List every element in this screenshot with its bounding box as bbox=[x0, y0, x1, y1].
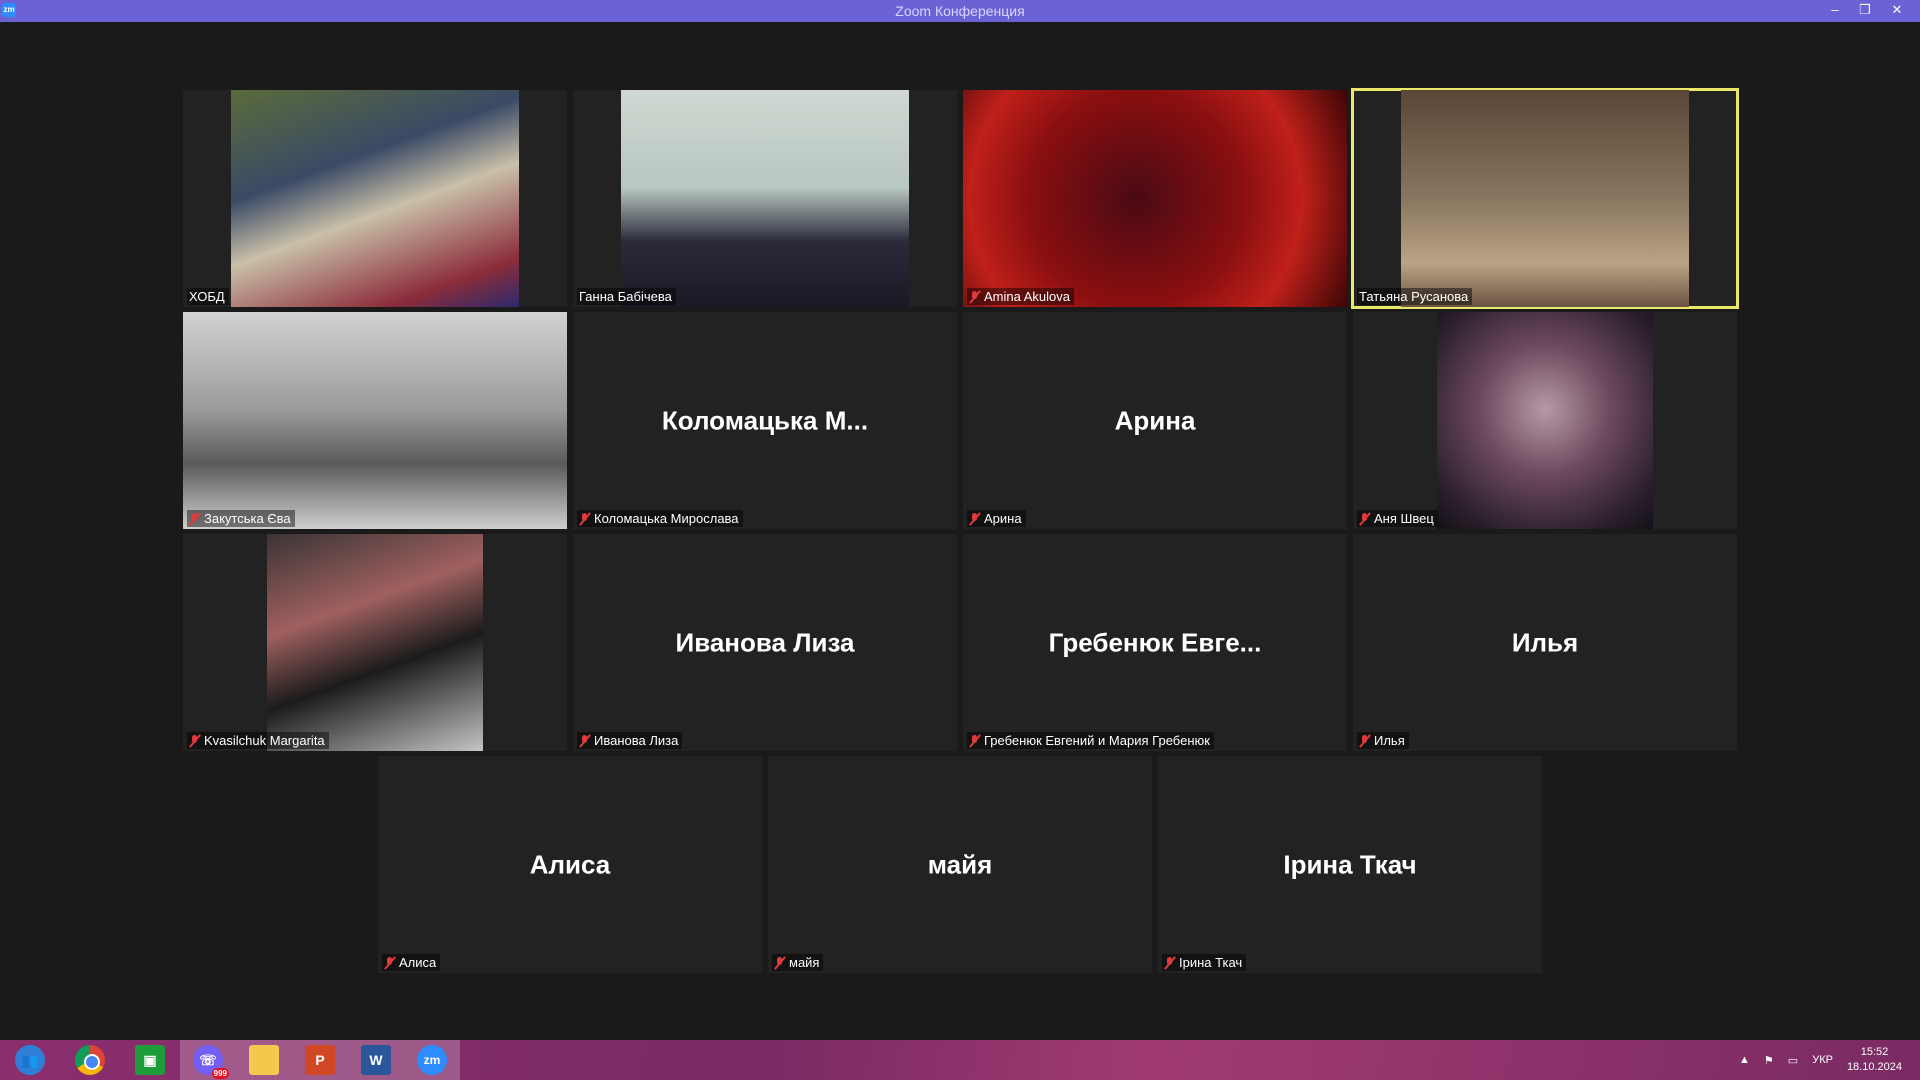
mic-muted-icon bbox=[579, 734, 591, 748]
viber-icon: ☏ 999 bbox=[193, 1045, 229, 1079]
participant-name-label: Закутська Єва bbox=[187, 510, 295, 527]
mic-muted-icon bbox=[189, 734, 201, 748]
participant-video bbox=[1401, 90, 1689, 307]
clock-date: 18.10.2024 bbox=[1846, 1061, 1902, 1073]
minimize-button[interactable]: – bbox=[1820, 0, 1850, 22]
participant-video bbox=[963, 90, 1347, 307]
participant-display-name: майя bbox=[927, 849, 993, 879]
word-icon: W bbox=[361, 1045, 391, 1075]
mic-muted-icon bbox=[579, 512, 591, 526]
mic-muted-icon bbox=[969, 734, 981, 748]
taskbar-viber[interactable]: ☏ 999 bbox=[180, 1040, 236, 1080]
participant-name-label: майя bbox=[772, 954, 824, 971]
participant-tile[interactable]: Арина Арина bbox=[963, 312, 1347, 529]
participant-name-label: Ірина Ткач bbox=[1162, 954, 1247, 971]
mic-muted-icon bbox=[969, 290, 981, 304]
participant-video bbox=[231, 90, 519, 307]
participant-tile[interactable]: ХОБД bbox=[183, 90, 567, 307]
notification-badge: 999 bbox=[211, 1068, 229, 1079]
participant-tile[interactable]: Kvasilchuk Margarita bbox=[183, 534, 567, 751]
mic-muted-icon bbox=[774, 956, 786, 970]
participant-tile[interactable]: Алиса Алиса bbox=[378, 756, 762, 973]
clock-time: 15:52 bbox=[1860, 1046, 1889, 1058]
windows-taskbar: 👥 ▣ ☏ 999 P W zm ▲ ⚑ ▭ УКР 15:52 18.10.20… bbox=[0, 1040, 1920, 1080]
participant-name-label: Иванова Лиза bbox=[577, 732, 683, 749]
mic-muted-icon bbox=[189, 512, 201, 526]
chrome-icon bbox=[75, 1045, 105, 1075]
taskbar-zoom[interactable]: zm bbox=[404, 1040, 460, 1080]
window-title: Zoom Конференция bbox=[895, 3, 1025, 19]
maximize-button[interactable]: ❐ bbox=[1850, 0, 1880, 22]
participant-video bbox=[267, 534, 483, 751]
zoom-icon: zm bbox=[417, 1045, 447, 1075]
participant-tile[interactable]: Коломацька М... Коломацька Мирослава bbox=[573, 312, 957, 529]
participant-tile[interactable]: майя майя bbox=[768, 756, 1152, 973]
participant-name-label: Ганна Бабічева bbox=[577, 288, 676, 305]
participant-tile[interactable]: Аня Швец bbox=[1353, 312, 1737, 529]
chevron-up-icon[interactable]: ▲ bbox=[1739, 1054, 1750, 1066]
taskbar-word[interactable]: W bbox=[348, 1040, 404, 1080]
network-icon[interactable]: ▭ bbox=[1788, 1054, 1798, 1067]
mic-muted-icon bbox=[1164, 956, 1176, 970]
participant-display-name: Иванова Лиза bbox=[675, 627, 855, 657]
participant-display-name: Гребенюк Евге... bbox=[1048, 627, 1262, 657]
mic-muted-icon bbox=[384, 956, 396, 970]
mic-muted-icon bbox=[969, 512, 981, 526]
participant-display-name: Алиса bbox=[529, 849, 611, 879]
participant-tile[interactable]: Гребенюк Евге... Гребенюк Евгений и Мари… bbox=[963, 534, 1347, 751]
taskbar-store[interactable]: ▣ bbox=[120, 1040, 180, 1080]
people-icon: 👥 bbox=[15, 1045, 45, 1075]
participant-name-label: Аня Швец bbox=[1357, 510, 1438, 527]
participant-display-name: Ірина Ткач bbox=[1283, 849, 1417, 879]
taskbar-chrome[interactable] bbox=[60, 1040, 120, 1080]
participant-name-label: Kvasilchuk Margarita bbox=[187, 732, 329, 749]
participant-name-label: Алиса bbox=[382, 954, 441, 971]
clock[interactable]: 15:52 18.10.2024 bbox=[1847, 1045, 1902, 1075]
participant-display-name: Коломацька М... bbox=[661, 405, 869, 435]
taskbar-powerpoint[interactable]: P bbox=[292, 1040, 348, 1080]
participant-name-label: ХОБД bbox=[187, 288, 229, 305]
participant-video bbox=[183, 312, 567, 529]
store-icon: ▣ bbox=[135, 1045, 165, 1075]
mic-muted-icon bbox=[1359, 734, 1371, 748]
zoom-app-icon: zm bbox=[2, 3, 16, 17]
participant-tile[interactable]: Иванова Лиза Иванова Лиза bbox=[573, 534, 957, 751]
participant-name-label: Илья bbox=[1357, 732, 1409, 749]
participant-tile[interactable]: Amina Akulova bbox=[963, 90, 1347, 307]
participant-name-label: Арина bbox=[967, 510, 1026, 527]
participant-display-name: Илья bbox=[1511, 627, 1579, 657]
taskbar-people[interactable]: 👥 bbox=[0, 1040, 60, 1080]
folder-icon bbox=[249, 1045, 279, 1075]
participant-name-label: Коломацька Мирослава bbox=[577, 510, 743, 527]
system-tray: ▲ ⚑ ▭ УКР 15:52 18.10.2024 bbox=[1739, 1040, 1920, 1080]
participant-tile-active-speaker[interactable]: Татьяна Русанова bbox=[1351, 88, 1739, 309]
language-indicator[interactable]: УКР bbox=[1812, 1054, 1833, 1066]
flag-icon[interactable]: ⚑ bbox=[1764, 1054, 1774, 1067]
powerpoint-icon: P bbox=[305, 1045, 335, 1075]
participant-display-name: Арина bbox=[1114, 405, 1196, 435]
participant-name-label: Татьяна Русанова bbox=[1357, 288, 1473, 305]
participant-tile[interactable]: Ірина Ткач Ірина Ткач bbox=[1158, 756, 1542, 973]
mic-muted-icon bbox=[1359, 512, 1371, 526]
close-button[interactable]: ✕ bbox=[1882, 0, 1912, 22]
participant-tile[interactable]: Закутська Єва bbox=[183, 312, 567, 529]
window-title-bar: zm Zoom Конференция – ❐ ✕ bbox=[0, 0, 1920, 22]
participant-name-label: Amina Akulova bbox=[967, 288, 1074, 305]
participant-tile[interactable]: Илья Илья bbox=[1353, 534, 1737, 751]
participant-tile[interactable]: Ганна Бабічева bbox=[573, 90, 957, 307]
participant-video bbox=[1437, 312, 1653, 529]
taskbar-file-explorer[interactable] bbox=[236, 1040, 292, 1080]
participant-video bbox=[621, 90, 909, 307]
participant-name-label: Гребенюк Евгений и Мария Гребенюк bbox=[967, 732, 1214, 749]
